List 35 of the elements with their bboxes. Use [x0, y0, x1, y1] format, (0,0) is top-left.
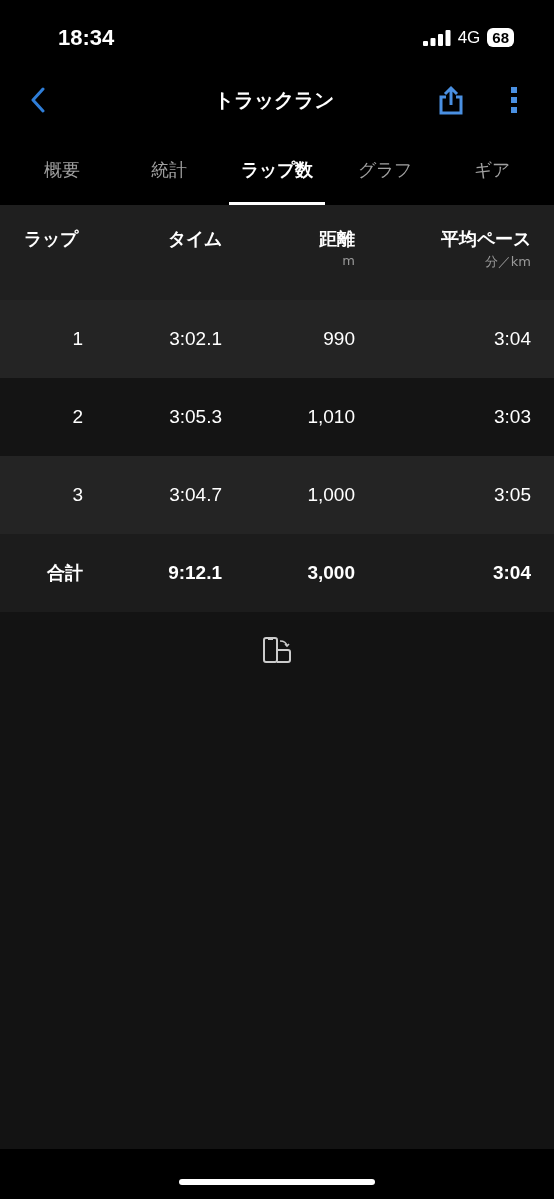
table-cell-text: 3:03 — [493, 406, 531, 428]
rotate-device-icon[interactable] — [262, 636, 292, 664]
page-title: トラックラン — [213, 86, 335, 114]
table-cell-text: 2 — [71, 406, 83, 428]
network-label: 4G — [457, 27, 481, 48]
column-header: ラップ — [24, 227, 78, 251]
column-header: 距離 — [319, 227, 355, 251]
table-cell-text: 3:02.1 — [168, 328, 222, 350]
table-cell-text: 3:05.3 — [168, 406, 222, 428]
table-cell-text: 3:05 — [493, 484, 531, 506]
share-icon[interactable] — [438, 85, 464, 115]
tab[interactable]: 概要 — [14, 158, 110, 205]
table-cell-text: 3,000 — [306, 562, 355, 584]
table-cell-text: 1 — [71, 328, 83, 350]
table-cell-text: 1,010 — [306, 406, 355, 428]
table-cell-text: 3:04 — [491, 562, 531, 584]
signal-icon — [422, 29, 451, 46]
status-time: 18:34 — [58, 24, 115, 51]
table-cell-text: 合計 — [46, 561, 83, 585]
column-header: 平均ペース — [441, 227, 531, 251]
back-icon[interactable] — [30, 87, 46, 113]
table-cell-text: 1,000 — [306, 484, 355, 506]
column-unit: 分／km — [484, 253, 531, 271]
table-cell-text: 3:04.7 — [168, 484, 222, 506]
table-cell-text: 3:04 — [493, 328, 531, 350]
column-header: タイム — [168, 227, 222, 251]
battery-level: 68 — [487, 28, 514, 47]
more-icon[interactable] — [510, 87, 518, 113]
tab[interactable]: ギア — [444, 158, 540, 205]
column-unit: m — [342, 253, 355, 268]
table-cell-text: 990 — [322, 328, 355, 350]
tab[interactable]: 統計 — [121, 158, 218, 205]
table-cell-text: 9:12.1 — [167, 562, 222, 584]
table-cell-text: 3 — [71, 484, 83, 506]
tab[interactable]: グラフ — [336, 158, 433, 205]
